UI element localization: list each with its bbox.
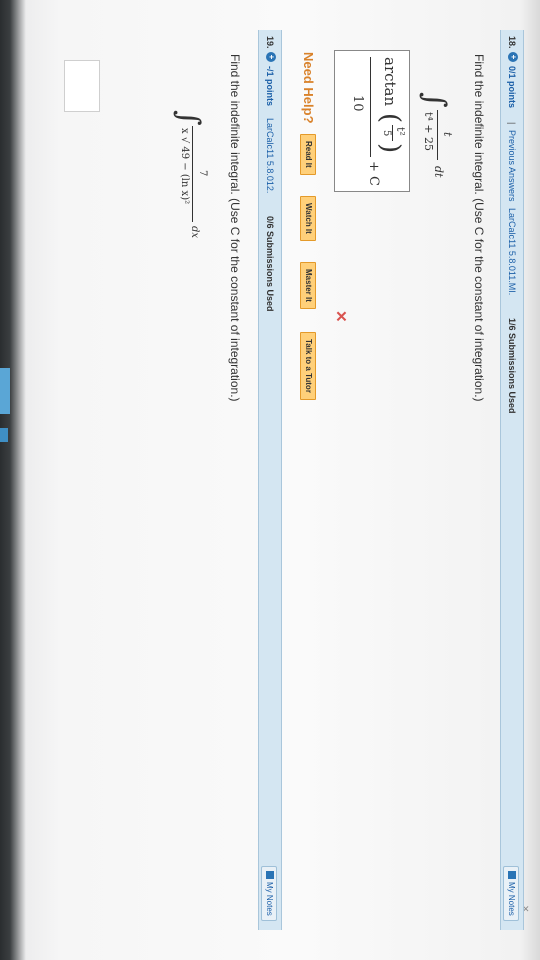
question-19-header: 19. + -/1 points LarCalc11 5.8.012. 0/6 … <box>258 30 282 930</box>
submissions-used: 0/6 Submissions Used <box>265 216 275 312</box>
answer-denominator: 10 <box>350 95 365 112</box>
answer-constant: + C <box>366 161 381 186</box>
inner-fraction-bar <box>392 125 393 141</box>
integral-sign: ∫ <box>417 92 452 108</box>
add-icon[interactable]: + <box>508 52 518 62</box>
sidebar-tab-small[interactable] <box>0 428 8 442</box>
question-number: 18. <box>507 36 517 49</box>
read-it-button[interactable]: Read It <box>300 134 316 175</box>
question-number: 19. <box>265 36 275 49</box>
answer-inner-num: t² <box>394 127 407 136</box>
answer-inner-den: 5 <box>381 130 392 137</box>
source-label: LarCalc11 5.8.011.MI. <box>507 208 517 296</box>
points-label: -/1 points <box>265 66 275 106</box>
master-it-button[interactable]: Master It <box>300 262 316 309</box>
talk-to-tutor-button[interactable]: Talk to a Tutor <box>300 332 316 400</box>
integrand-numerator: 7 <box>197 170 208 177</box>
fraction-bar <box>437 110 438 160</box>
integral-sign: ∫ <box>171 110 206 126</box>
integral-dx: dx <box>189 226 200 239</box>
answer-paren-open: ( <box>375 113 405 124</box>
integral-dt: dt <box>432 166 445 178</box>
answer-input[interactable]: arctan ( t² 5 ) 10 + C <box>334 50 410 192</box>
question-prompt: Find the indefinite integral. (Use C for… <box>472 54 486 402</box>
my-notes-label: My Notes <box>265 882 274 916</box>
watch-it-button[interactable]: Watch It <box>300 196 316 241</box>
my-notes-button[interactable]: My Notes <box>261 866 277 921</box>
separator: | <box>507 122 517 125</box>
fraction-bar <box>192 126 193 222</box>
screen: ▭ ✕ 18. + 0/1 points | Previous Answers … <box>0 0 540 960</box>
notes-icon <box>508 871 516 879</box>
source-label: LarCalc11 5.8.012. <box>265 118 275 194</box>
assignment-page: 18. + 0/1 points | Previous Answers LarC… <box>10 30 530 930</box>
add-icon[interactable]: + <box>266 52 276 62</box>
previous-answers-link[interactable]: Previous Answers <box>501 130 523 202</box>
answer-fraction-bar <box>370 57 371 157</box>
question-18-header: 18. + 0/1 points | Previous Answers LarC… <box>500 30 524 930</box>
sidebar-tab[interactable] <box>0 368 10 414</box>
question-prompt: Find the indefinite integral. (Use C for… <box>228 54 242 402</box>
submissions-used: 1/6 Submissions Used <box>507 318 517 414</box>
integrand-denominator: t⁴ + 25 <box>422 112 435 152</box>
answer-input[interactable] <box>64 60 100 112</box>
incorrect-x-icon: ✕ <box>332 310 349 323</box>
answer-arctan: arctan <box>381 57 399 107</box>
my-notes-label: My Notes <box>507 882 516 916</box>
my-notes-button[interactable]: My Notes <box>503 866 519 921</box>
integrand-numerator: t <box>441 132 454 137</box>
points-label: 0/1 points <box>507 66 517 109</box>
notes-icon <box>266 871 274 879</box>
answer-paren-close: ) <box>375 143 405 154</box>
need-help-label: Need Help? <box>301 52 316 124</box>
integrand-denominator: x √ 49 − (ln x)² <box>179 128 190 205</box>
